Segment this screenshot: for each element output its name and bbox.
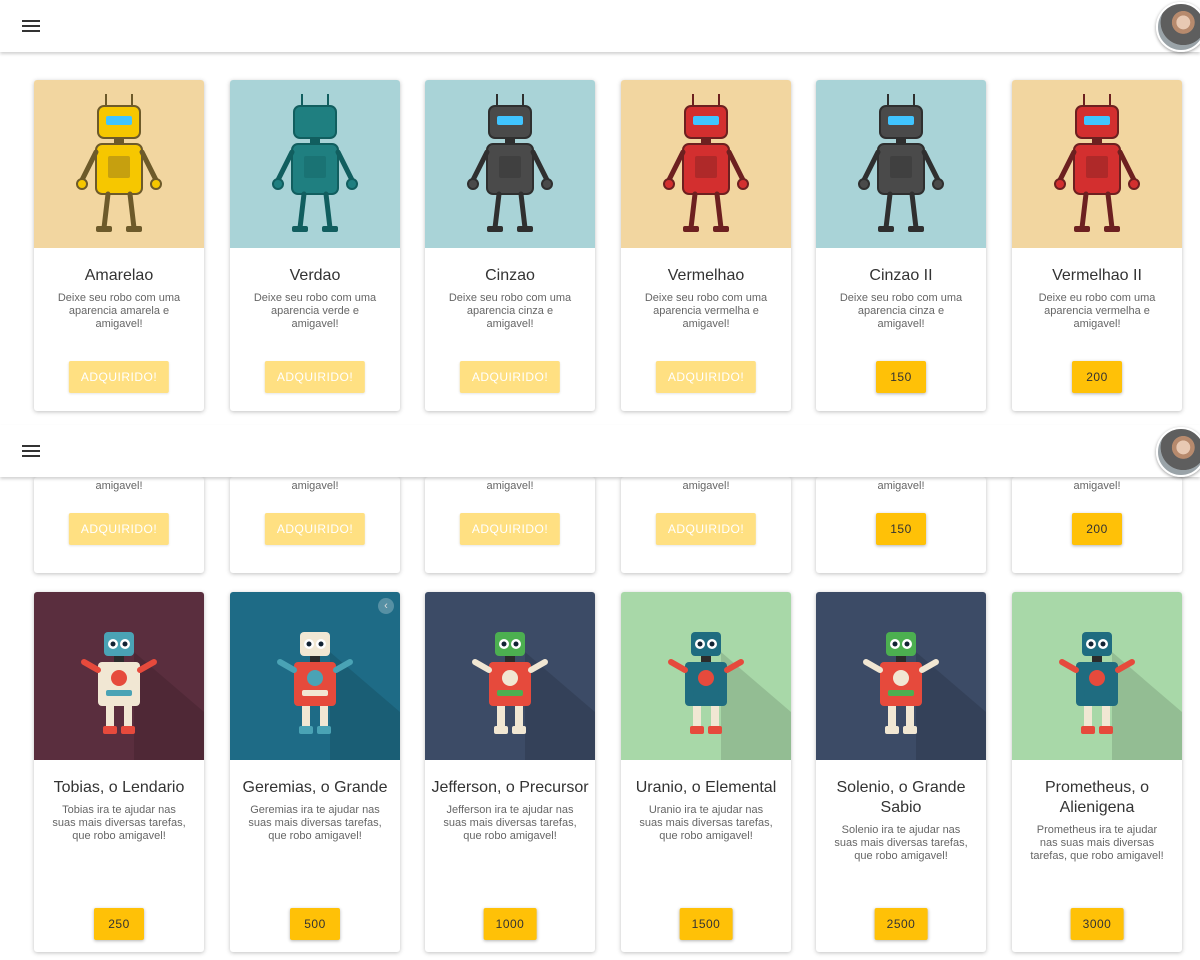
acquired-button[interactable]: ADQUIRIDO! <box>68 513 170 545</box>
acquired-button[interactable]: ADQUIRIDO! <box>459 361 561 393</box>
robot-card: amigavel! ADQUIRIDO! <box>230 477 400 573</box>
robot-name: Vermelhao II <box>1052 267 1142 284</box>
menu-icon[interactable] <box>22 445 40 457</box>
robot-description: amigavel! <box>486 480 534 492</box>
robot-card: Amarelao Deixe seu robo com uma aparenci… <box>34 80 204 411</box>
robot-card: Uranio, o Elemental Uranio ira te ajudar… <box>621 592 791 952</box>
buy-button[interactable]: 150 <box>876 361 926 393</box>
robot-name: Tobias, o Lendario <box>53 779 185 796</box>
robot-name: Jefferson, o Precursor <box>431 779 589 796</box>
robot-description: amigavel! <box>682 480 730 492</box>
robot-name: Amarelao <box>84 267 154 284</box>
menu-icon[interactable] <box>22 20 40 32</box>
robot-description: Deixe eu robo com uma aparencia vermelha… <box>1038 292 1156 330</box>
robot-card: Vermelhao Deixe seu robo com uma aparenc… <box>621 80 791 411</box>
robot-card: amigavel! 200 <box>1012 477 1182 573</box>
robot-image <box>1012 80 1182 248</box>
robot-image <box>816 80 986 248</box>
buy-button[interactable]: 3000 <box>1070 908 1124 940</box>
robot-image <box>425 592 595 760</box>
chevron-left-icon[interactable]: ‹ <box>378 598 394 614</box>
robot-description: Deixe seu robo com uma aparencia vermelh… <box>644 292 768 330</box>
acquired-button[interactable]: ADQUIRIDO! <box>459 513 561 545</box>
robot-description: amigavel! <box>95 480 143 492</box>
robot-description: Geremias ira te ajudar nas suas mais div… <box>248 804 382 842</box>
robot-name: Verdao <box>289 267 341 284</box>
buy-button[interactable]: 150 <box>876 513 926 545</box>
robot-card: Jefferson, o Precursor Jefferson ira te … <box>425 592 595 952</box>
robot-description: amigavel! <box>1073 480 1121 492</box>
robot-image <box>621 592 791 760</box>
buy-button[interactable]: 200 <box>1072 361 1122 393</box>
avatar[interactable] <box>1156 427 1200 477</box>
acquired-button[interactable]: ADQUIRIDO! <box>655 361 757 393</box>
robot-description: Deixe seu robo com uma aparencia cinza e… <box>839 292 963 330</box>
robot-description: Deixe seu robo com uma aparencia verde e… <box>253 292 377 330</box>
robot-image <box>230 80 400 248</box>
buy-button[interactable]: 500 <box>290 908 340 940</box>
robot-card: Vermelhao II Deixe eu robo com uma apare… <box>1012 80 1182 411</box>
robot-description: Jefferson ira te ajudar nas suas mais di… <box>443 804 577 842</box>
robot-description: amigavel! <box>291 480 339 492</box>
acquired-button[interactable]: ADQUIRIDO! <box>264 513 366 545</box>
robot-card: Solenio, o Grande Sabio Solenio ira te a… <box>816 592 986 952</box>
robot-image <box>621 80 791 248</box>
buy-button[interactable]: 2500 <box>874 908 928 940</box>
robot-card: amigavel! ADQUIRIDO! <box>621 477 791 573</box>
robot-name: Cinzao II <box>869 267 933 284</box>
robot-name: Cinzao <box>485 267 535 284</box>
robot-card: Verdao Deixe seu robo com uma aparencia … <box>230 80 400 411</box>
robot-description: Solenio ira te ajudar nas suas mais dive… <box>834 824 968 862</box>
robot-card: Cinzao Deixe seu robo com uma aparencia … <box>425 80 595 411</box>
buy-button[interactable]: 200 <box>1072 513 1122 545</box>
avatar[interactable] <box>1156 2 1200 52</box>
robot-card: amigavel! 150 <box>816 477 986 573</box>
robot-description: amigavel! <box>877 480 925 492</box>
robot-name: Solenio, o Grande Sabio <box>836 779 966 816</box>
robot-card: ‹ Geremias, o Grande Geremias ira te aju… <box>230 592 400 952</box>
app-bar-top <box>0 0 1200 52</box>
robot-description: Deixe seu robo com uma aparencia amarela… <box>57 292 181 330</box>
robot-name: Geremias, o Grande <box>242 779 388 796</box>
buy-button[interactable]: 1000 <box>483 908 537 940</box>
robot-card: amigavel! ADQUIRIDO! <box>34 477 204 573</box>
robot-image <box>34 80 204 248</box>
buy-button[interactable]: 250 <box>94 908 144 940</box>
robot-card: Tobias, o Lendario Tobias ira te ajudar … <box>34 592 204 952</box>
robot-image <box>1012 592 1182 760</box>
robot-image: ‹ <box>230 592 400 760</box>
robot-name: Vermelhao <box>667 267 745 284</box>
robot-image <box>816 592 986 760</box>
acquired-button[interactable]: ADQUIRIDO! <box>655 513 757 545</box>
robot-description: Deixe seu robo com uma aparencia cinza e… <box>448 292 572 330</box>
robot-description: Prometheus ira te ajudar nas suas mais d… <box>1030 824 1164 862</box>
robot-card: Prometheus, o Alienigena Prometheus ira … <box>1012 592 1182 952</box>
acquired-button[interactable]: ADQUIRIDO! <box>68 361 170 393</box>
buy-button[interactable]: 1500 <box>679 908 733 940</box>
robot-image <box>34 592 204 760</box>
robot-image <box>425 80 595 248</box>
robot-name: Prometheus, o Alienigena <box>1044 779 1150 816</box>
acquired-button[interactable]: ADQUIRIDO! <box>264 361 366 393</box>
robot-description: Tobias ira te ajudar nas suas mais diver… <box>52 804 186 842</box>
app-bar-bottom <box>0 425 1200 477</box>
robot-card: Cinzao II Deixe seu robo com uma aparenc… <box>816 80 986 411</box>
robot-description: Uranio ira te ajudar nas suas mais diver… <box>639 804 773 842</box>
robot-card: amigavel! ADQUIRIDO! <box>425 477 595 573</box>
robot-name: Uranio, o Elemental <box>635 779 777 796</box>
